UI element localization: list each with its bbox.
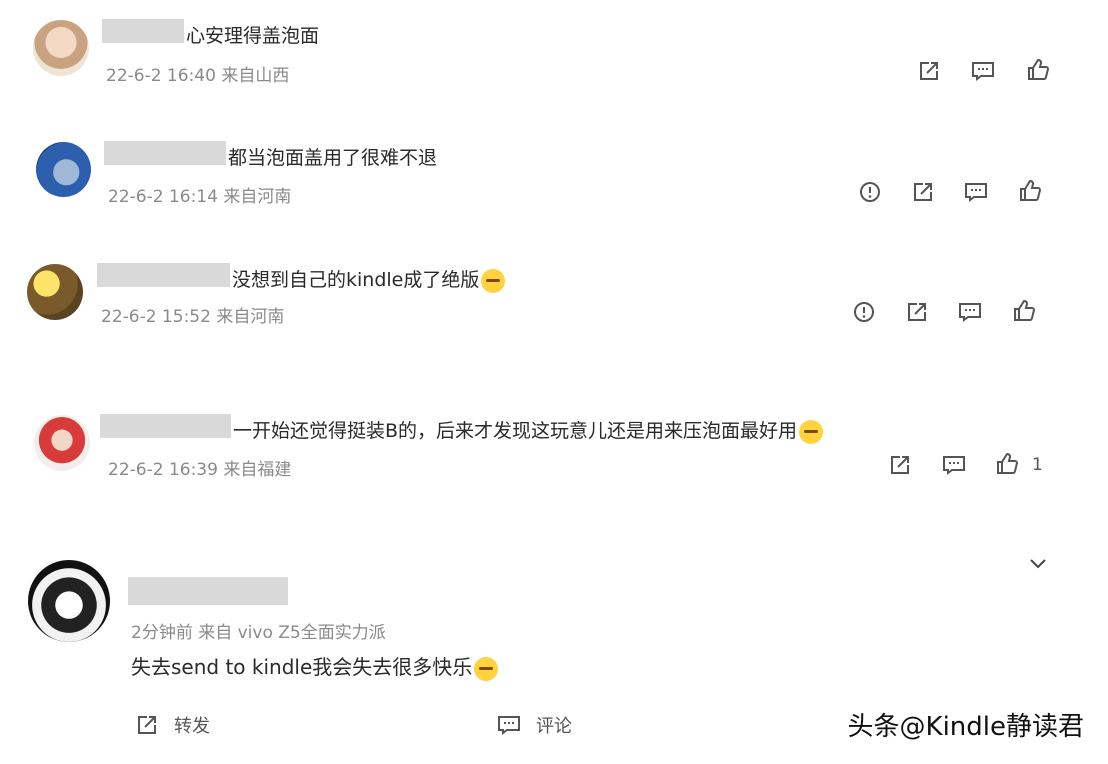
comment-icon[interactable] bbox=[957, 299, 983, 325]
redacted-username bbox=[128, 577, 288, 605]
comment-icon[interactable] bbox=[963, 179, 989, 205]
report-icon[interactable] bbox=[857, 179, 883, 205]
comment-text: 都当泡面盖用了很难不退 bbox=[228, 147, 438, 169]
share-icon bbox=[134, 712, 160, 738]
repost-label: 转发 bbox=[174, 716, 210, 737]
comment-icon bbox=[496, 712, 522, 738]
avatar[interactable] bbox=[34, 415, 90, 471]
like-count: 1 bbox=[1032, 455, 1043, 475]
comment-text: 失去send to kindle我会失去很多快乐 bbox=[131, 651, 499, 681]
share-icon[interactable] bbox=[887, 452, 913, 478]
comment-label: 评论 bbox=[536, 716, 572, 737]
watermark: 头条@Kindle静读君 bbox=[847, 712, 1084, 742]
comment-icon[interactable] bbox=[970, 58, 996, 84]
comment-meta: 22-6-2 15:52 来自河南 bbox=[101, 307, 285, 327]
share-icon[interactable] bbox=[904, 299, 930, 325]
avatar[interactable] bbox=[27, 264, 83, 320]
chevron-down-icon[interactable] bbox=[1025, 550, 1051, 576]
redacted-username bbox=[97, 263, 230, 287]
comment-text: 心安理得盖泡面 bbox=[186, 25, 320, 47]
comment-meta: 22-6-2 16:40 来自山西 bbox=[106, 66, 290, 86]
emoji-icon bbox=[799, 419, 824, 444]
like-icon[interactable] bbox=[1025, 57, 1051, 83]
comment-meta: 2分钟前 来自 vivo Z5全面实力派 bbox=[131, 623, 386, 643]
avatar[interactable] bbox=[28, 560, 110, 642]
avatar[interactable] bbox=[36, 142, 91, 197]
redacted-username bbox=[102, 19, 184, 43]
comment-button[interactable]: 评论 bbox=[496, 710, 572, 740]
share-icon[interactable] bbox=[916, 58, 942, 84]
repost-button[interactable]: 转发 bbox=[134, 710, 210, 740]
like-icon[interactable] bbox=[1017, 178, 1043, 204]
like-icon[interactable] bbox=[1011, 298, 1037, 324]
report-icon[interactable] bbox=[851, 299, 877, 325]
comment-meta: 22-6-2 16:14 来自河南 bbox=[108, 187, 292, 207]
redacted-username bbox=[100, 414, 231, 438]
redacted-username bbox=[104, 141, 226, 165]
comment-text-content: 没想到自己的kindle成了绝版 bbox=[232, 269, 480, 291]
share-icon[interactable] bbox=[910, 179, 936, 205]
comment-text: 没想到自己的kindle成了绝版 bbox=[232, 265, 506, 293]
avatar[interactable] bbox=[33, 20, 89, 76]
like-icon[interactable] bbox=[994, 451, 1020, 477]
comment-text-content: 一开始还觉得挺装B的，后来才发现这玩意儿还是用来压泡面最好用 bbox=[233, 420, 798, 442]
comment-text-content: 失去send to kindle我会失去很多快乐 bbox=[131, 655, 473, 679]
emoji-icon bbox=[481, 268, 506, 293]
comment-icon[interactable] bbox=[941, 452, 967, 478]
comment-meta: 22-6-2 16:39 来自福建 bbox=[108, 460, 292, 480]
comment-text: 一开始还觉得挺装B的，后来才发现这玩意儿还是用来压泡面最好用 bbox=[233, 416, 824, 444]
emoji-icon bbox=[474, 656, 499, 681]
